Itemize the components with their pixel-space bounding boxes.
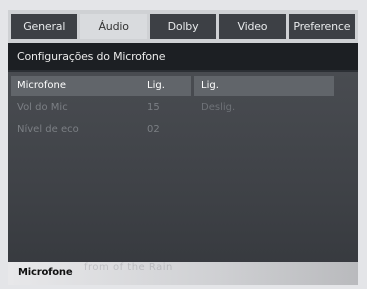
tab-audio[interactable]: Áudio [80, 14, 147, 39]
tab-dolby[interactable]: Dolby [149, 14, 217, 39]
option-lig[interactable]: Lig. [194, 76, 334, 96]
background-watermark-text: from of the Rain [84, 262, 173, 273]
tab-preference[interactable]: Preference [288, 14, 356, 39]
setting-row-nivel-eco[interactable]: Nível de eco 02 [11, 120, 191, 140]
setting-value: Lig. [147, 80, 165, 91]
setting-label: Microfone [17, 80, 67, 91]
option-deslig[interactable]: Deslig. [194, 98, 334, 118]
section-title: Configurações do Microfone [8, 43, 358, 70]
tab-video[interactable]: Video [219, 14, 286, 39]
help-bar: Microfone [8, 262, 358, 285]
setting-value: 15 [147, 102, 160, 113]
setting-value: 02 [147, 124, 160, 135]
setup-menu-window: General Áudio Dolby Video Preference Con… [8, 10, 358, 285]
setting-row-vol-mic[interactable]: Vol do Mic 15 [11, 98, 191, 118]
tab-bar: General Áudio Dolby Video Preference [8, 10, 358, 43]
setting-row-microfone[interactable]: Microfone Lig. [11, 76, 191, 96]
tab-general[interactable]: General [11, 14, 78, 39]
setting-label: Nível de eco [17, 124, 79, 135]
footer-label: Microfone [18, 267, 73, 278]
settings-panel: Microfone Lig. Vol do Mic 15 Nível de ec… [8, 72, 358, 285]
setting-label: Vol do Mic [17, 102, 68, 113]
